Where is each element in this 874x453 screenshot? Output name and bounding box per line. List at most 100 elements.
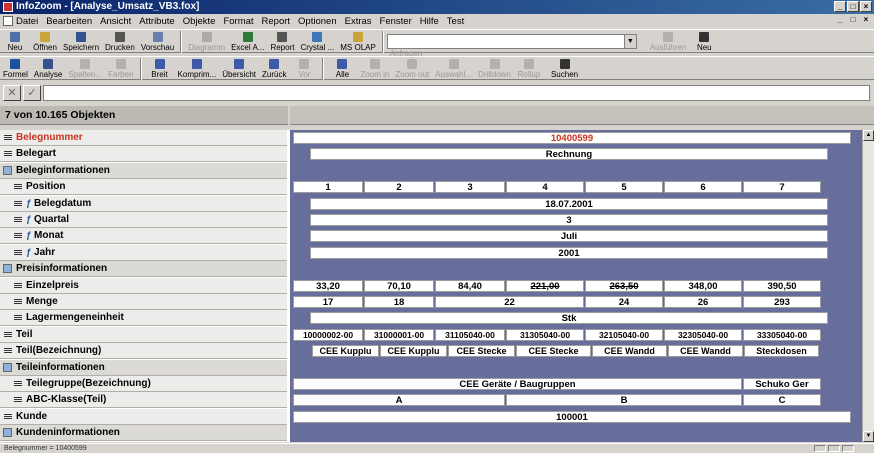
doc-minimize-button[interactable]: _ [834,15,846,26]
value-cell-teil-bezeichnung[interactable]: Steckdosen [744,345,819,358]
value-belegdatum[interactable]: 18.07.2001 [310,197,828,210]
value-cell-abc-klasse[interactable]: C [743,394,821,407]
value-cell-teil-bezeichnung[interactable]: CEE Kupplu [312,345,379,358]
rollup-button[interactable]: Rollup [514,57,544,81]
value-cell-abc-klasse[interactable]: B [506,394,742,407]
value-cell-abc-klasse[interactable]: A [293,394,505,407]
value-cell-menge[interactable]: 26 [664,296,742,308]
field-row-menge[interactable]: Menge [0,294,287,310]
value-cell-einzelpreis[interactable]: 84,40 [435,279,505,292]
value-cell-teil[interactable]: 31105040-00 [435,328,505,341]
menu-item-ansicht[interactable]: Ansicht [100,16,131,27]
value-cell-einzelpreis[interactable]: 33,20 [293,279,363,292]
value-cell-position[interactable]: 2 [364,181,434,194]
scroll-up-icon[interactable]: ▲ [863,130,874,141]
back-button[interactable]: Zurück [259,57,289,81]
collapse-icon[interactable] [3,165,12,175]
value-cell-teil[interactable]: 32305040-00 [664,328,742,341]
maximize-button[interactable]: □ [847,1,859,12]
value-kunde[interactable]: 100001 [293,410,851,423]
menu-item-fenster[interactable]: Fenster [380,16,412,27]
value-cell-einzelpreis[interactable]: 348,00 [664,279,742,292]
collapse-icon[interactable] [3,362,12,372]
close-button[interactable]: × [860,1,872,12]
query-new-button[interactable]: Neu [689,30,719,54]
preview-button[interactable]: Vorschau [138,30,177,54]
menu-item-attribute[interactable]: Attribute [139,16,174,27]
field-row-lagermengeneinheit[interactable]: Lagermengeneinheit [0,310,287,327]
collapse-icon[interactable] [3,264,12,274]
menu-item-objekte[interactable]: Objekte [183,16,216,27]
analyse-button[interactable]: Analyse [31,57,65,81]
field-row-kunde[interactable]: Kunde [0,408,287,425]
field-row-abc-klasse-teil[interactable]: ABC-Klasse(Teil) [0,392,287,409]
all-button[interactable]: Alle [327,57,357,81]
new-button[interactable]: Neu [0,30,30,54]
field-row-preisinformationen[interactable]: Preisinformationen [0,261,287,278]
crystal-button[interactable]: Crystal ... [297,30,337,54]
value-cell-position[interactable]: 4 [506,181,584,194]
value-cell-teil-bezeichnung[interactable]: CEE Wandd [592,345,667,358]
query-combo[interactable]: ▼ [386,34,637,49]
field-row-einzelpreis[interactable]: Einzelpreis [0,277,287,294]
value-quartal[interactable]: 3 [310,214,828,226]
field-row-teil-bezeichnung[interactable]: Teil(Bezeichnung) [0,343,287,360]
field-row-kundeninformationen[interactable]: Kundeninformationen [0,425,287,442]
field-row-belegart[interactable]: Belegart [0,146,287,163]
diagram-button[interactable]: Diagramm [185,30,228,54]
zoom-out-button[interactable]: Zoom out [392,57,432,81]
vertical-scrollbar[interactable]: ▲ ▼ [862,130,874,442]
minimize-button[interactable]: _ [834,1,846,12]
value-belegnummer[interactable]: 10400599 [293,132,851,144]
search-button[interactable]: Suchen [548,57,581,81]
window-title-bar[interactable]: InfoZoom - [Analyse_Umsatz_VB3.fox] _ □ … [0,0,874,14]
scroll-down-icon[interactable]: ▼ [863,431,874,442]
field-row-position[interactable]: Position [0,179,287,196]
expand-icon[interactable] [3,428,12,438]
menu-item-datei[interactable]: Datei [16,16,38,27]
value-monat[interactable]: Juli [310,230,828,243]
doc-close-button[interactable]: × [860,15,872,26]
menu-item-hilfe[interactable]: Hilfe [420,16,439,27]
overview-button[interactable]: Übersicht [219,57,259,81]
value-cell-teil[interactable]: 32105040-00 [585,328,663,341]
value-cell-teil[interactable]: 10000002-00 [293,328,363,341]
value-cell-einzelpreis[interactable]: 70,10 [364,279,434,292]
menu-item-optionen[interactable]: Optionen [298,16,337,27]
field-row-teilegruppe-bezeichnung[interactable]: Teilegruppe(Bezeichnung) [0,376,287,392]
zoom-in-button[interactable]: Zoom in [357,57,392,81]
value-cell-teil[interactable]: 31000001-00 [364,328,434,341]
report-button[interactable]: Report [267,30,297,54]
field-row-teileinformationen[interactable]: Teileinformationen [0,359,287,376]
menu-item-test[interactable]: Test [447,16,464,27]
value-cell-menge[interactable]: 293 [743,296,821,308]
value-cell-position[interactable]: 1 [293,181,363,194]
field-row-belegdatum[interactable]: ƒ Belegdatum [0,195,287,212]
menu-item-extras[interactable]: Extras [345,16,372,27]
value-cell-teil-bezeichnung[interactable]: CEE Stecke [448,345,515,358]
drilldown-button[interactable]: Drilldown [475,57,514,81]
value-cell-position[interactable]: 3 [435,181,505,194]
field-row-beleginformationen[interactable]: Beleginformationen [0,162,287,179]
confirm-icon[interactable]: ✓ [23,85,41,101]
excel-button[interactable]: Excel A... [228,30,267,54]
value-cell-teil[interactable]: 33305040-00 [743,328,821,341]
value-lagermengeneinheit[interactable]: Stk [310,312,828,325]
field-row-belegnummer[interactable]: Belegnummer [0,130,287,146]
value-cell-menge[interactable]: 17 [293,296,363,308]
value-belegart[interactable]: Rechnung [310,148,828,161]
value-cell-einzelpreis[interactable]: 263,50 [585,279,663,292]
menu-item-format[interactable]: Format [223,16,253,27]
field-row-quartal[interactable]: ƒ Quartal [0,212,287,228]
compressed-button[interactable]: Komprim... [175,57,220,81]
open-button[interactable]: Öffnen [30,30,60,54]
chevron-down-icon[interactable]: ▼ [623,35,636,48]
field-row-monat[interactable]: ƒ Monat [0,228,287,245]
print-button[interactable]: Drucken [102,30,138,54]
value-cell-teil-bezeichnung[interactable]: CEE Wandd [668,345,743,358]
value-cell-menge[interactable]: 18 [364,296,434,308]
value-cell-teilegruppe[interactable]: CEE Geräte / Baugruppen [293,378,742,390]
value-cell-menge[interactable]: 24 [585,296,663,308]
run-button[interactable]: Ausführen [647,30,689,54]
value-cell-teilegruppe[interactable]: Schuko Ger [743,378,821,390]
